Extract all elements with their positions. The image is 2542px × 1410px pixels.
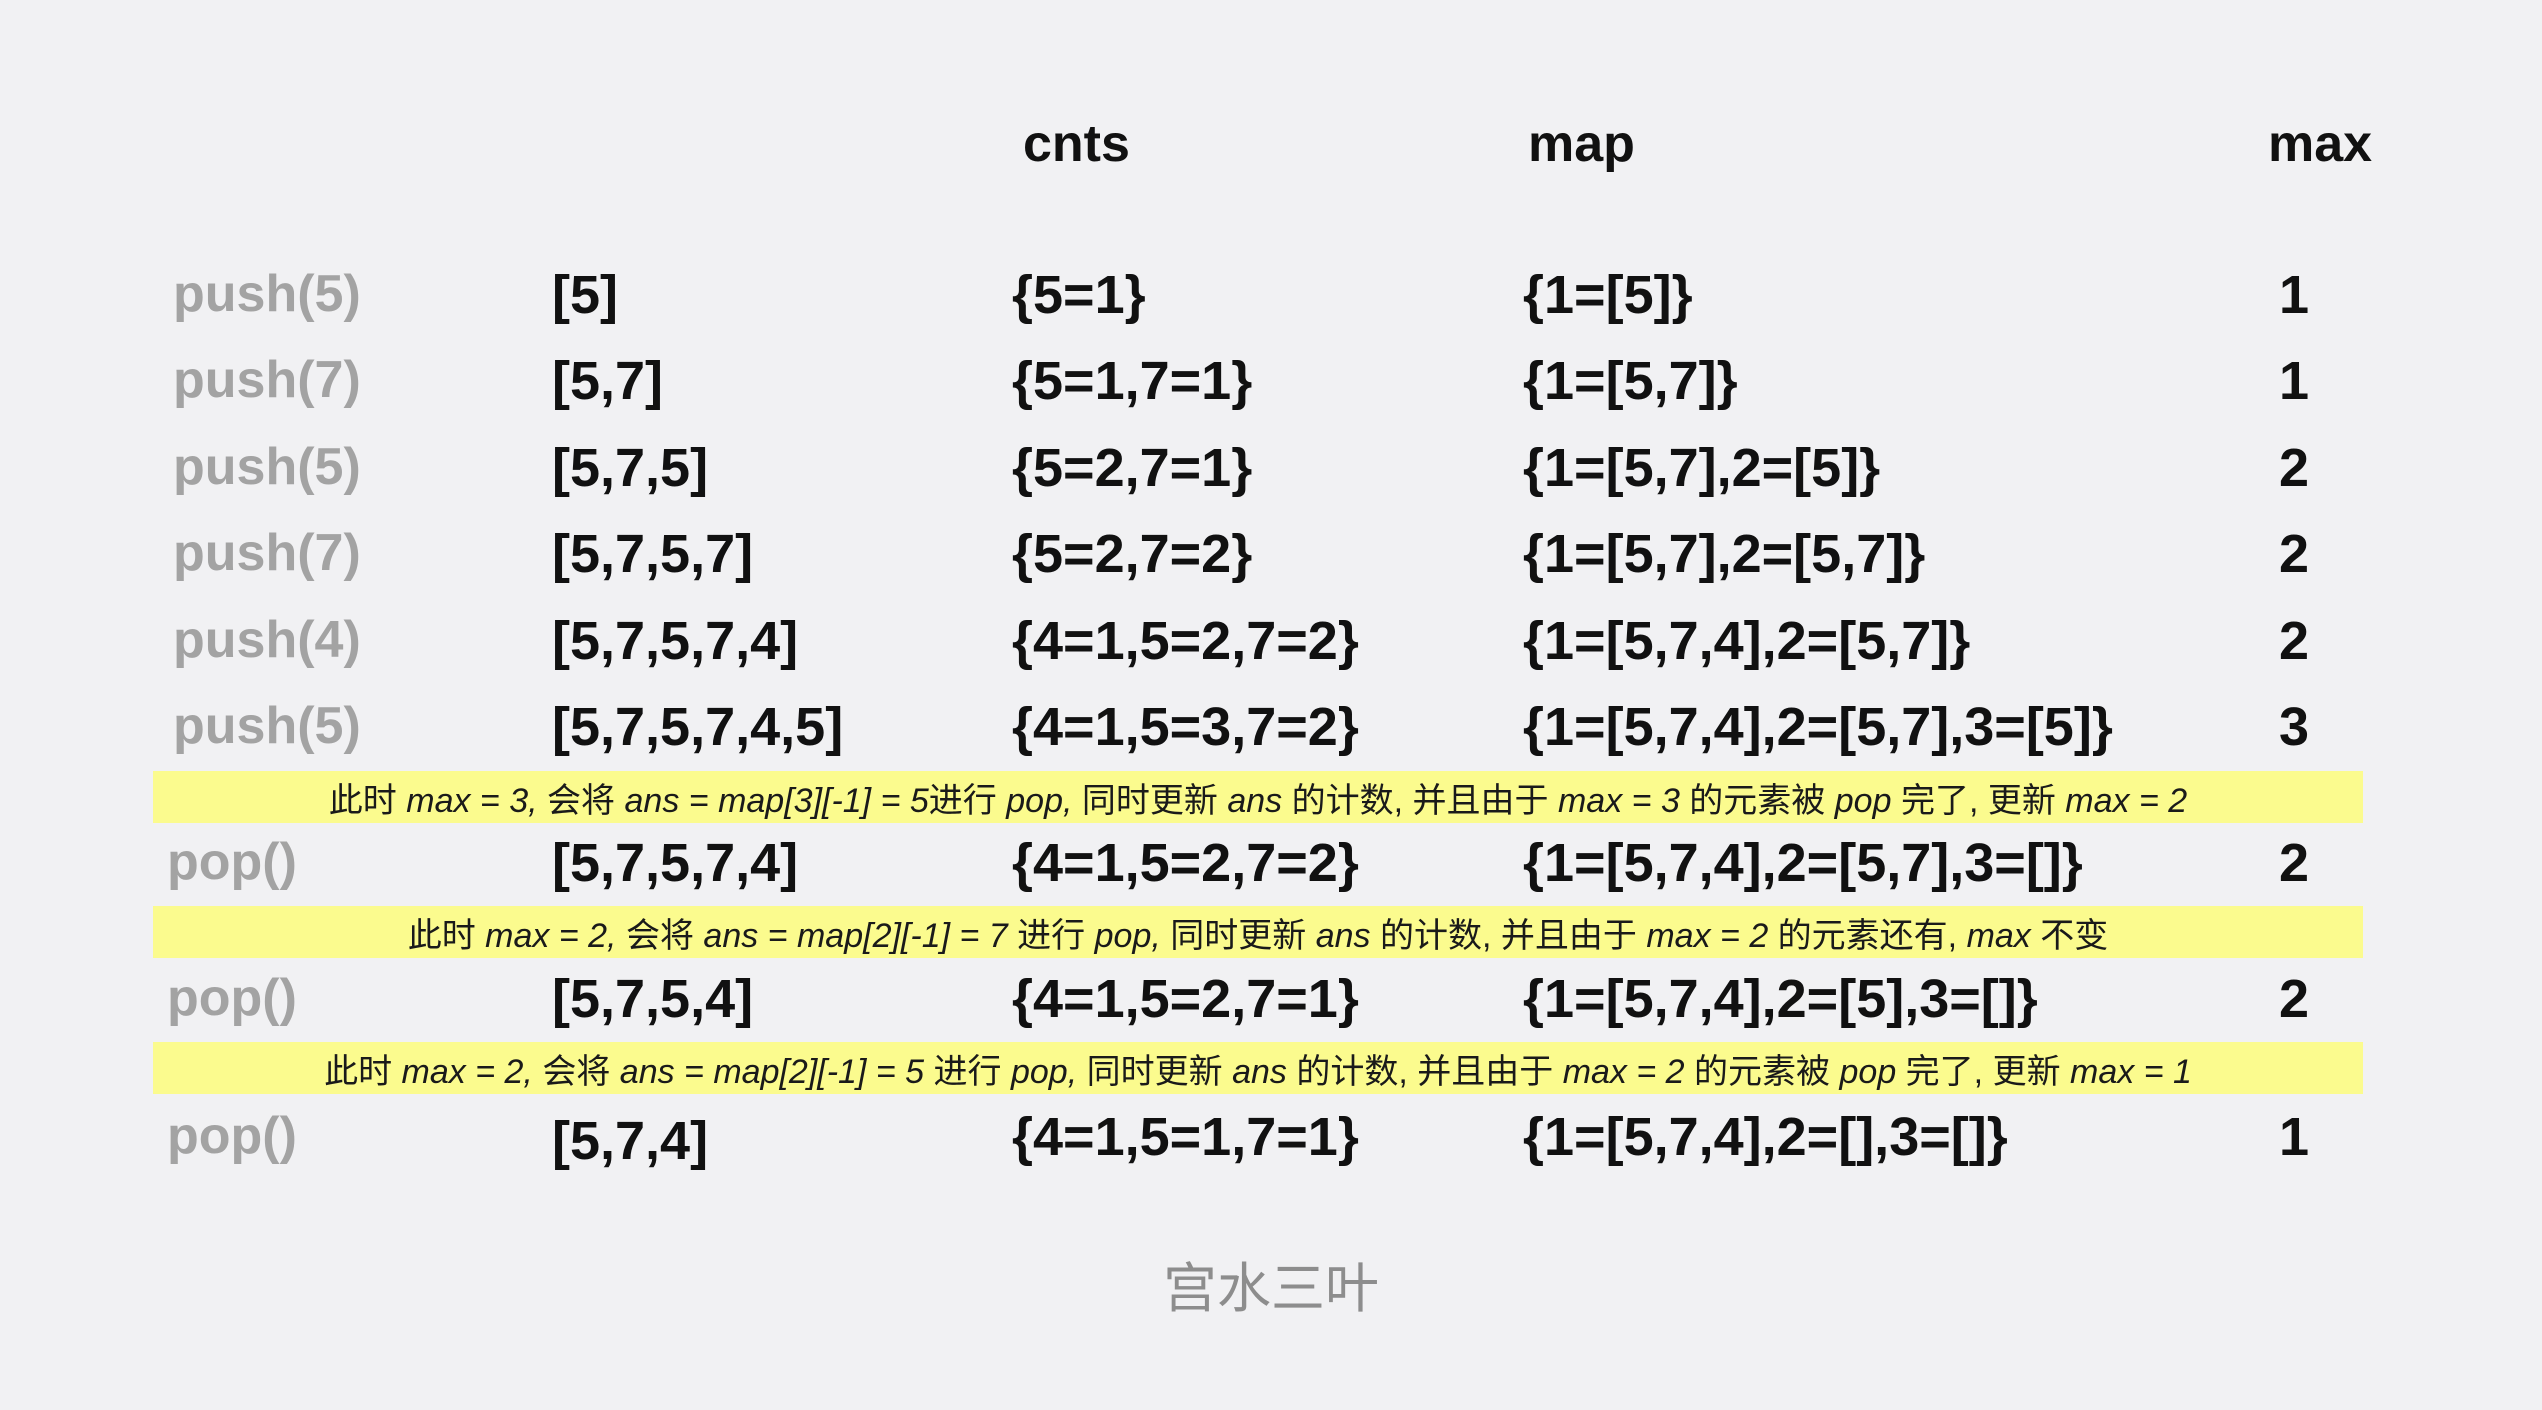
note-code-fragment: pop, bbox=[1010, 1052, 1078, 1091]
row-stack: [5,7,5,7,4] bbox=[552, 833, 799, 893]
row-max: 3 bbox=[2279, 697, 2310, 757]
note-text-fragment: 的计数, 并且由于 bbox=[1282, 781, 1558, 820]
row-cnts: {4=1,5=2,7=2} bbox=[1012, 833, 1359, 893]
row-stack: [5,7,5,4] bbox=[552, 969, 754, 1029]
note-text-fragment: 的计数, 并且由于 bbox=[1370, 916, 1647, 955]
row-map: {1=[5,7]} bbox=[1523, 351, 1738, 411]
row-max: 2 bbox=[2279, 524, 2310, 584]
note-text-fragment: 进行 bbox=[924, 1052, 1011, 1091]
row-op: push(4) bbox=[173, 611, 361, 669]
note-code-fragment: ans = map[2][-1] = 7 bbox=[703, 916, 1008, 955]
row-max: 1 bbox=[2279, 265, 2310, 325]
note-code-fragment: max = 2 bbox=[1562, 1052, 1685, 1091]
row-op: push(7) bbox=[173, 524, 361, 582]
row-max: 2 bbox=[2279, 438, 2310, 498]
note-text-fragment: 同时更新 bbox=[1160, 916, 1316, 955]
note-banner: 此时 max = 3, 会将 ans = map[3][-1] = 5进行 po… bbox=[153, 771, 2363, 823]
note-code-fragment: pop, bbox=[1006, 781, 1073, 820]
note-text-fragment: 不变 bbox=[2030, 916, 2109, 955]
row-cnts: {4=1,5=2,7=2} bbox=[1012, 611, 1359, 671]
note-text-fragment: 的元素被 bbox=[1684, 1052, 1840, 1091]
row-max: 2 bbox=[2279, 969, 2310, 1029]
note-code-fragment: pop bbox=[1834, 781, 1892, 820]
row-op: pop() bbox=[167, 1107, 297, 1165]
note-text: 此时 max = 2, 会将 ans = map[2][-1] = 5 进行 p… bbox=[324, 1044, 2192, 1093]
row-op: push(7) bbox=[173, 351, 361, 409]
note-text-fragment: 的计数, 并且由于 bbox=[1286, 1052, 1563, 1091]
note-text-fragment: 同时更新 bbox=[1077, 1052, 1233, 1091]
note-code-fragment: pop bbox=[1839, 1052, 1897, 1091]
note-text: 此时 max = 2, 会将 ans = map[2][-1] = 7 进行 p… bbox=[408, 908, 2109, 957]
note-code-fragment: max = 1 bbox=[2070, 1052, 2192, 1091]
row-stack: [5,7,5,7,4,5] bbox=[552, 697, 844, 757]
row-op: push(5) bbox=[173, 697, 361, 755]
page: { "headers": { "cnts": "cnts", "map": "m… bbox=[0, 0, 2542, 1410]
row-map: {1=[5]} bbox=[1523, 265, 1693, 325]
note-text-fragment: 此时 bbox=[407, 916, 486, 955]
row-map: {1=[5,7,4],2=[5,7],3=[]} bbox=[1523, 833, 2083, 893]
row-cnts: {5=2,7=2} bbox=[1012, 524, 1253, 584]
note-code-fragment: max = 2 bbox=[2065, 781, 2188, 820]
row-op: pop() bbox=[167, 969, 297, 1027]
note-code-fragment: max bbox=[1966, 916, 2031, 955]
note-code-fragment: max = 2, bbox=[485, 916, 617, 955]
note-code-fragment: ans bbox=[1227, 781, 1283, 820]
row-max: 1 bbox=[2279, 1107, 2310, 1167]
note-banner: 此时 max = 2, 会将 ans = map[2][-1] = 7 进行 p… bbox=[153, 906, 2363, 958]
row-cnts: {5=1,7=1} bbox=[1012, 351, 1253, 411]
row-map: {1=[5,7,4],2=[],3=[]} bbox=[1523, 1107, 2008, 1167]
row-stack: [5,7,4] bbox=[552, 1111, 709, 1171]
row-max: 2 bbox=[2279, 611, 2310, 671]
note-code-fragment: max = 3, bbox=[406, 781, 538, 820]
note-code-fragment: pop, bbox=[1094, 916, 1161, 955]
row-stack: [5,7,5,7] bbox=[552, 524, 754, 584]
row-cnts: {4=1,5=1,7=1} bbox=[1012, 1107, 1359, 1167]
note-code-fragment: max = 3 bbox=[1557, 781, 1680, 820]
note-code-fragment: max = 2, bbox=[401, 1052, 533, 1091]
row-map: {1=[5,7,4],2=[5,7],3=[5]} bbox=[1523, 697, 2113, 757]
note-text-fragment: 进行 bbox=[1007, 916, 1095, 955]
row-cnts: {4=1,5=2,7=1} bbox=[1012, 969, 1359, 1029]
note-text-fragment: 此时 bbox=[324, 1052, 402, 1091]
note-code-fragment: max = 2 bbox=[1646, 916, 1769, 955]
note-text-fragment: 完了, 更新 bbox=[1896, 1052, 2071, 1091]
row-cnts: {4=1,5=3,7=2} bbox=[1012, 697, 1359, 757]
header-max: max bbox=[2268, 115, 2373, 173]
row-max: 2 bbox=[2279, 833, 2310, 893]
row-op: pop() bbox=[167, 833, 297, 891]
row-cnts: {5=1} bbox=[1012, 265, 1146, 325]
note-code-fragment: ans = map[3][-1] = 5 bbox=[624, 781, 929, 820]
note-text-fragment: 会将 bbox=[616, 916, 704, 955]
note-text-fragment: 的元素被 bbox=[1679, 781, 1835, 820]
note-code-fragment: ans bbox=[1232, 1052, 1287, 1091]
note-banner: 此时 max = 2, 会将 ans = map[2][-1] = 5 进行 p… bbox=[153, 1042, 2363, 1094]
note-text-fragment: 会将 bbox=[537, 781, 625, 820]
header-map: map bbox=[1528, 115, 1635, 173]
note-text-fragment: 进行 bbox=[928, 781, 1007, 820]
row-max: 1 bbox=[2279, 351, 2310, 411]
row-map: {1=[5,7,4],2=[5,7]} bbox=[1523, 611, 1971, 671]
row-map: {1=[5,7],2=[5]} bbox=[1523, 438, 1881, 498]
note-text: 此时 max = 3, 会将 ans = map[3][-1] = 5进行 po… bbox=[329, 773, 2187, 822]
row-cnts: {5=2,7=1} bbox=[1012, 438, 1253, 498]
note-code-fragment: ans = map[2][-1] = 5 bbox=[619, 1052, 925, 1091]
row-map: {1=[5,7],2=[5,7]} bbox=[1523, 524, 1926, 584]
row-map: {1=[5,7,4],2=[5],3=[]} bbox=[1523, 969, 2038, 1029]
note-text-fragment: 的元素还有, bbox=[1768, 916, 1967, 955]
note-text-fragment: 同时更新 bbox=[1072, 781, 1228, 820]
row-op: push(5) bbox=[173, 438, 361, 496]
note-code-fragment: ans bbox=[1315, 916, 1371, 955]
row-stack: [5,7,5,7,4] bbox=[552, 611, 799, 671]
row-stack: [5,7] bbox=[552, 351, 664, 411]
note-text-fragment: 此时 bbox=[328, 781, 407, 820]
note-text-fragment: 会将 bbox=[532, 1052, 620, 1091]
header-cnts: cnts bbox=[1023, 115, 1130, 173]
row-stack: [5] bbox=[552, 265, 618, 325]
row-op: push(5) bbox=[173, 265, 361, 323]
note-text-fragment: 完了, 更新 bbox=[1891, 781, 2066, 820]
row-stack: [5,7,5] bbox=[552, 438, 709, 498]
watermark: 宫水三叶 bbox=[1163, 1257, 1379, 1320]
